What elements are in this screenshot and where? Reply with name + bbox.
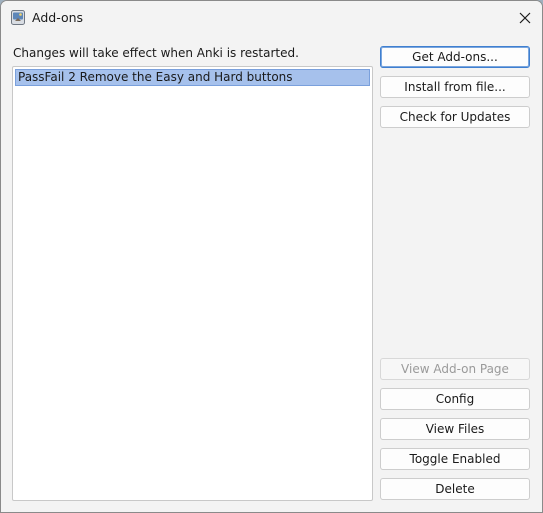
addons-window: Add-ons Changes will take effect when An… bbox=[0, 0, 543, 513]
delete-button[interactable]: Delete bbox=[380, 478, 530, 500]
close-icon bbox=[519, 12, 531, 24]
get-addons-button[interactable]: Get Add-ons... bbox=[380, 46, 530, 68]
restart-hint: Changes will take effect when Anki is re… bbox=[13, 46, 299, 60]
config-button[interactable]: Config bbox=[380, 388, 530, 410]
window-title: Add-ons bbox=[32, 10, 84, 25]
anki-icon bbox=[11, 10, 25, 25]
addon-list[interactable]: PassFail 2 Remove the Easy and Hard butt… bbox=[12, 66, 373, 501]
toggle-enabled-button[interactable]: Toggle Enabled bbox=[380, 448, 530, 470]
list-item[interactable]: PassFail 2 Remove the Easy and Hard butt… bbox=[15, 69, 370, 86]
check-for-updates-button[interactable]: Check for Updates bbox=[380, 106, 530, 128]
view-files-button[interactable]: View Files bbox=[380, 418, 530, 440]
install-from-file-button[interactable]: Install from file... bbox=[380, 76, 530, 98]
close-button[interactable] bbox=[508, 1, 542, 35]
view-addon-page-button: View Add-on Page bbox=[380, 358, 530, 380]
title-bar[interactable]: Add-ons bbox=[1, 1, 542, 35]
